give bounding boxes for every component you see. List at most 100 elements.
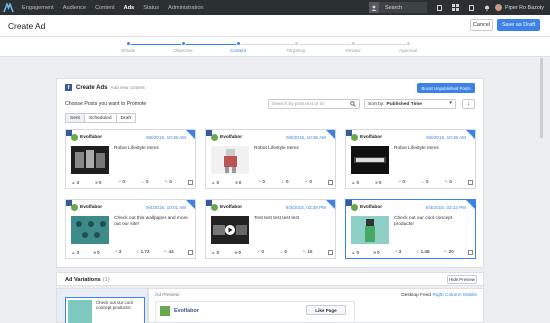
comment-icon: ■ (375, 179, 378, 185)
people-icon: ⊥ (135, 249, 140, 254)
tab-sent[interactable]: Sent (65, 113, 85, 123)
likes-stat: ▲0 (211, 249, 220, 255)
post-card[interactable]: Evolfabor 9/8/2015, 10:36 AM Robot Lifes… (205, 129, 336, 189)
clicks-stat: ↖20 (443, 249, 454, 254)
likes-stat: ▲3 (71, 179, 80, 185)
nav-engagement[interactable]: Engagement (22, 5, 54, 11)
user-avatar[interactable] (495, 4, 503, 11)
post-page-name: Evolfabor (360, 135, 383, 140)
post-search-input[interactable]: Search by post text or id (268, 99, 360, 109)
reach-stat: ⊥1.72 (135, 249, 150, 254)
select-checkbox[interactable] (467, 179, 473, 185)
reach-stat: ⊥1.48 (415, 249, 430, 254)
post-thumbnail (351, 216, 389, 244)
notification-bell-icon[interactable] (479, 0, 495, 15)
calendar-icon[interactable] (463, 0, 479, 15)
post-date[interactable]: 9/8/2015, 10:36 AM (426, 135, 466, 140)
selection-corner (326, 200, 335, 209)
preview-page-name[interactable]: Evolfabor (174, 308, 199, 314)
panel-heading: f Create Ads Add new content (65, 84, 145, 91)
variation-thumbnail (68, 300, 92, 323)
selection-corner (466, 200, 475, 209)
nav-administration[interactable]: Administration (168, 5, 203, 11)
shares-stat: ↗3 (113, 249, 122, 254)
post-text: Robot Lifestyle Items (114, 146, 159, 151)
page-avatar (351, 134, 358, 141)
post-date[interactable]: 9/4/2015, 10:01 AM (146, 205, 186, 210)
post-card[interactable]: Evolfabor 9/8/2015, 10:36 AM Robot Lifes… (65, 129, 196, 189)
share-icon: ↗ (257, 179, 262, 184)
sort-by-select[interactable]: Sort by: Published Time ▾ (364, 99, 456, 109)
select-checkbox[interactable] (187, 179, 193, 185)
comments-stat: ■0 (234, 249, 241, 255)
likes-stat: ▲3 (71, 249, 80, 255)
post-page-name: Evolfabor (80, 135, 103, 140)
step-targeting[interactable]: Targeting (271, 41, 321, 53)
arrow-down-icon: ↓ (467, 101, 470, 107)
tab-draft[interactable]: Draft (115, 113, 136, 123)
right-column-tab[interactable]: Right Column (432, 293, 461, 298)
step-details[interactable]: Details (103, 41, 153, 53)
ad-variations-title: Ad Variations (1) (65, 277, 110, 283)
mobile-tab[interactable]: Mobile (463, 293, 477, 298)
post-date[interactable]: 9/3/2015, 02:12 PM (426, 205, 466, 210)
nav-ads[interactable]: Ads (124, 5, 135, 11)
post-date[interactable]: 9/8/2015, 10:36 AM (146, 135, 186, 140)
user-name[interactable]: Piper Ro Bazoty (505, 5, 544, 11)
select-checkbox[interactable] (327, 249, 333, 255)
like-page-button[interactable]: Like Page (306, 305, 346, 315)
ad-variation-item[interactable]: Check out our cool concept products! (65, 297, 145, 323)
comments-stat: ■0 (93, 249, 100, 255)
reach-stat: ⊥0 (279, 249, 287, 254)
nav-status[interactable]: Status (143, 5, 159, 11)
choose-posts-label: Choose Posts you want to Promote (65, 101, 147, 107)
step-approval[interactable]: Approval (383, 41, 433, 53)
page-avatar (351, 204, 358, 211)
post-text: Check out our cool concept products! (394, 216, 453, 228)
step-review[interactable]: Review (328, 41, 378, 53)
post-date[interactable]: 9/8/2015, 10:36 AM (286, 135, 326, 140)
select-checkbox[interactable] (188, 249, 193, 255)
selection-corner (326, 130, 335, 139)
sort-direction-button[interactable]: ↓ (462, 99, 475, 109)
cancel-button[interactable]: Cancel (470, 19, 493, 31)
step-objective[interactable]: Objective (158, 41, 208, 53)
post-stats: ▲0 ■0 ↗0 ⊥0 ↖0 (211, 179, 333, 185)
clicks-stat: ↖10 (302, 249, 313, 254)
app-logo-icon[interactable] (0, 0, 16, 15)
search-icon[interactable] (350, 101, 356, 109)
document-icon[interactable] (431, 0, 447, 15)
post-card[interactable]: Evolfabor 9/3/2015, 03:39 PM Test test t… (205, 199, 336, 259)
page-header: Create Ad Cancel Save as Draft (0, 15, 550, 37)
nav-audience[interactable]: Audience (63, 5, 86, 11)
global-search[interactable]: Search (369, 2, 428, 13)
panel-subtitle: Add new content (110, 85, 145, 90)
select-checkbox[interactable] (327, 179, 333, 185)
reach-stat: ⊥0 (280, 179, 289, 184)
desktop-feed-tab[interactable]: Desktop Feed (401, 293, 431, 298)
select-checkbox[interactable] (468, 249, 473, 255)
cursor-icon: ↖ (302, 249, 307, 254)
grid-icon[interactable] (447, 0, 463, 15)
comments-stat: ■0 (235, 179, 242, 185)
scrollbar[interactable] (540, 58, 543, 138)
save-as-draft-button[interactable]: Save as Draft (497, 19, 540, 31)
post-page-name: Evolfabor (80, 205, 103, 210)
hide-preview-button[interactable]: Hide Preview (447, 275, 477, 284)
cursor-icon: ↖ (163, 249, 168, 254)
post-card[interactable]: Evolfabor 9/8/2015, 10:36 AM Robot Lifes… (345, 129, 476, 189)
post-card-selected[interactable]: Evolfabor 9/3/2015, 02:12 PM Check out o… (345, 199, 476, 259)
shares-stat: ↗0 (397, 179, 405, 184)
search-label: Search (385, 4, 403, 11)
ad-preview-label: Ad Preview (155, 293, 180, 298)
panel-title: Create Ads (76, 84, 108, 91)
nav-content[interactable]: Content (95, 5, 115, 11)
step-content[interactable]: Content (213, 41, 263, 53)
post-card[interactable]: Evolfabor 9/4/2015, 10:01 AM Check out t… (65, 199, 196, 259)
post-date[interactable]: 9/3/2015, 03:39 PM (286, 205, 326, 210)
people-icon: ⊥ (140, 179, 145, 184)
user-filter-icon[interactable] (369, 2, 380, 13)
boost-unpublished-posts-button[interactable]: Boost Unpublished Posts (417, 83, 475, 93)
page-avatar (211, 204, 218, 211)
tab-scheduled[interactable]: Scheduled (83, 113, 117, 123)
